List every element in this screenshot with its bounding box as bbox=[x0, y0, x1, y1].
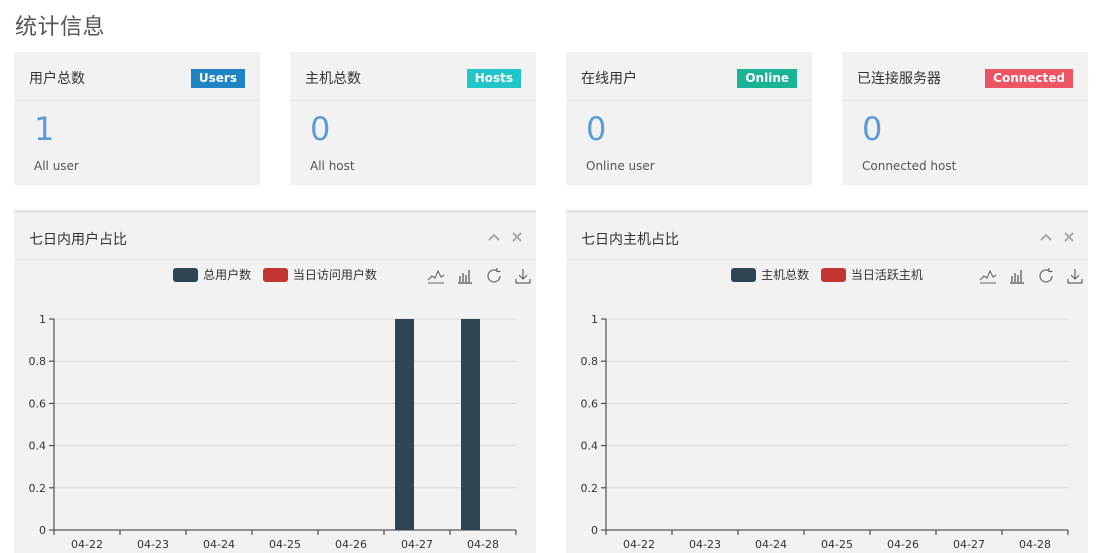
bar-total bbox=[395, 319, 414, 530]
connected-badge: Connected bbox=[985, 69, 1073, 88]
x-tick-label: 04-24 bbox=[755, 538, 787, 551]
y-tick-label: 1 bbox=[591, 313, 598, 326]
host-ratio-chart: 0 0.2 0.4 0.6 0.8 1 04-22 04-23 04-24 04-25 04-26 0… bbox=[581, 313, 1069, 551]
card-value: 1 bbox=[34, 110, 55, 148]
y-tick-label: 0.2 bbox=[29, 482, 47, 495]
card-label: 已连接服务器 bbox=[857, 71, 941, 87]
y-tick-label: 0 bbox=[39, 524, 46, 537]
card-subtitle: Online user bbox=[586, 159, 655, 173]
x-tick-label: 04-22 bbox=[623, 538, 655, 551]
y-tick-label: 1 bbox=[39, 313, 46, 326]
x-tick-label: 04-24 bbox=[203, 538, 235, 551]
card-value: 0 bbox=[586, 110, 607, 148]
bar-total bbox=[461, 319, 480, 530]
stat-card-connected: 已连接服务器 Connected 0 Connected host bbox=[842, 52, 1088, 185]
x-tick-label: 04-28 bbox=[1019, 538, 1051, 551]
card-label: 在线用户 bbox=[581, 71, 637, 87]
card-subtitle: Connected host bbox=[862, 159, 957, 173]
stat-card-hosts: 主机总数 Hosts 0 All host bbox=[290, 52, 536, 185]
x-tick-label: 04-25 bbox=[821, 538, 853, 551]
x-tick-label: 04-23 bbox=[137, 538, 169, 551]
card-label: 主机总数 bbox=[305, 71, 361, 87]
card-header: 在线用户 Online bbox=[566, 52, 812, 101]
card-value: 0 bbox=[862, 110, 883, 148]
card-label: 用户总数 bbox=[29, 71, 85, 87]
page-title: 统计信息 bbox=[15, 15, 106, 40]
y-tick-label: 0.4 bbox=[581, 440, 599, 453]
users-badge: Users bbox=[190, 69, 245, 88]
y-tick-label: 0.6 bbox=[29, 397, 47, 410]
x-tick-label: 04-23 bbox=[689, 538, 721, 551]
x-tick-label: 04-25 bbox=[269, 538, 301, 551]
online-badge: Online bbox=[737, 69, 797, 88]
x-tick-label: 04-26 bbox=[335, 538, 367, 551]
y-tick-label: 0.4 bbox=[29, 440, 47, 453]
panel-host-ratio: 七日内主机占比 主机总数 当日活跃主机 0 0.2 0.4 0.6 0.8 1 04-22 0… bbox=[566, 210, 1088, 553]
card-subtitle: All host bbox=[310, 159, 355, 173]
x-tick-label: 04-27 bbox=[401, 538, 433, 551]
y-tick-label: 0.8 bbox=[581, 355, 599, 368]
stat-card-online: 在线用户 Online 0 Online user bbox=[566, 52, 812, 185]
card-subtitle: All user bbox=[34, 159, 79, 173]
stat-card-users: 用户总数 Users 1 All user bbox=[14, 52, 260, 185]
hosts-badge: Hosts bbox=[466, 69, 521, 88]
card-header: 主机总数 Hosts bbox=[290, 52, 536, 101]
card-header: 用户总数 Users bbox=[14, 52, 260, 101]
y-tick-label: 0.6 bbox=[581, 397, 599, 410]
y-tick-label: 0.2 bbox=[581, 482, 599, 495]
y-tick-label: 0 bbox=[591, 524, 598, 537]
panel-user-ratio: 七日内用户占比 总用户数 当日访问用户数 0 0.2 0.4 0.6 0.8 1 04-22… bbox=[14, 210, 536, 553]
card-header: 已连接服务器 Connected bbox=[842, 52, 1088, 101]
user-ratio-chart: 0 0.2 0.4 0.6 0.8 1 04-22 04-23 04-24 04-25 04-26 0… bbox=[29, 313, 517, 551]
x-tick-label: 04-22 bbox=[71, 538, 103, 551]
x-tick-label: 04-28 bbox=[467, 538, 499, 551]
card-value: 0 bbox=[310, 110, 331, 148]
x-tick-label: 04-27 bbox=[953, 538, 985, 551]
x-tick-label: 04-26 bbox=[887, 538, 919, 551]
y-tick-label: 0.8 bbox=[29, 355, 47, 368]
